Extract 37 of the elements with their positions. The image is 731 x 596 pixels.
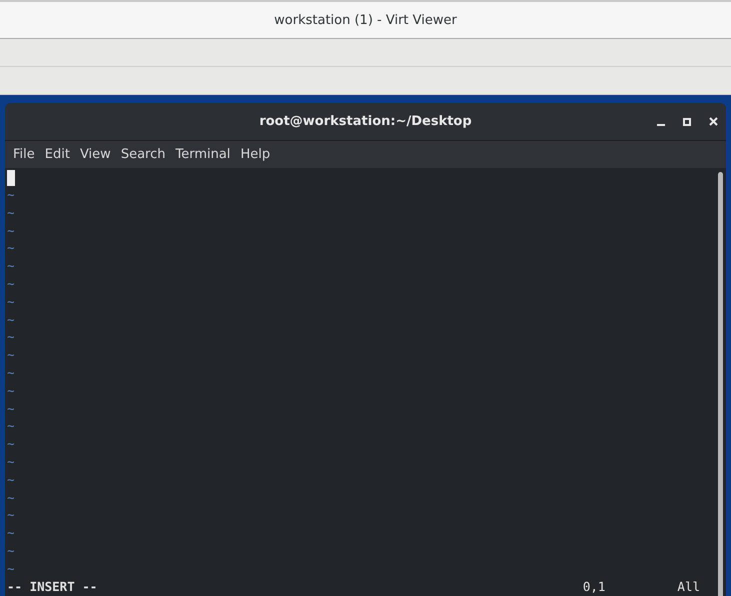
empty-line-marker: ~: [7, 346, 15, 364]
menu-item[interactable]: View: [74, 147, 116, 162]
empty-line-marker: ~: [7, 417, 15, 436]
empty-line-marker: ~: [7, 274, 15, 293]
empty-line-marker: ~: [7, 239, 15, 258]
menu-item[interactable]: Edit: [40, 147, 75, 162]
empty-line-marker: ~: [7, 310, 15, 328]
empty-line-marker: ~: [7, 542, 15, 560]
menu-item[interactable]: Terminal: [170, 147, 236, 162]
empty-line-marker: ~: [7, 524, 15, 542]
scrollbar[interactable]: [718, 172, 723, 596]
close-icon[interactable]: [709, 117, 718, 126]
empty-line-marker: ~: [7, 560, 15, 578]
empty-line-marker: ~: [7, 364, 15, 382]
empty-line-marker: ~: [7, 382, 15, 400]
menu-item[interactable]: File: [8, 147, 40, 162]
empty-line-marker: ~: [7, 328, 15, 346]
maximize-icon[interactable]: [683, 118, 691, 126]
cursor-position: 0,1: [582, 578, 606, 596]
empty-line-marker: ~: [7, 204, 15, 222]
empty-line-marker: ~: [7, 452, 15, 471]
menu-item[interactable]: Search: [116, 147, 170, 162]
empty-line-marker: ~: [7, 400, 15, 418]
empty-line-marker: ~: [7, 257, 15, 275]
empty-line-marker: ~: [7, 470, 15, 489]
empty-line-marker: ~: [7, 506, 15, 524]
menu-item[interactable]: Help: [235, 147, 276, 162]
empty-line-marker: ~: [7, 186, 15, 204]
text-cursor: [7, 170, 15, 186]
empty-line-marker: ~: [7, 435, 15, 453]
empty-line-marker: ~: [7, 222, 15, 240]
mode-indicator: -- INSERT --: [7, 578, 98, 596]
empty-line-marker: ~: [7, 488, 15, 506]
empty-line-marker: ~: [7, 292, 15, 311]
window-title: workstation (1) - Virt Viewer: [274, 12, 457, 28]
window-title: root@workstation:~/Desktop: [259, 114, 472, 129]
scroll-position: All: [677, 578, 700, 596]
